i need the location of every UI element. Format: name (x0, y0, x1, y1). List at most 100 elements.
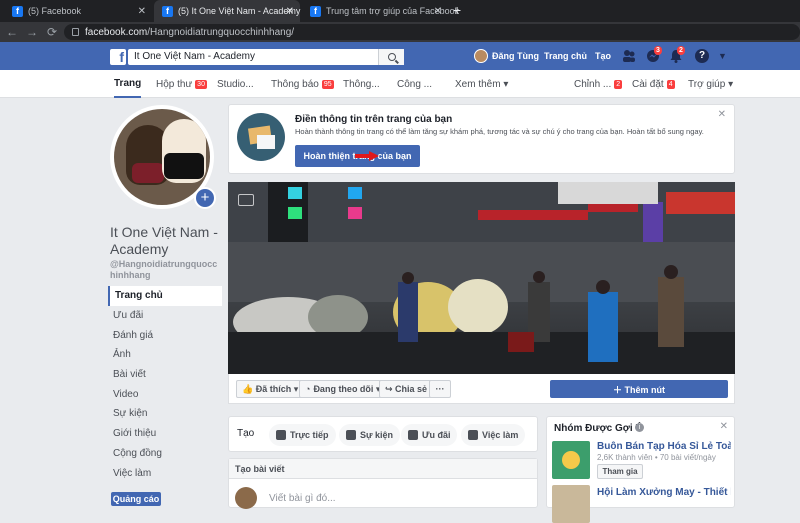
tab-label: Trợ giúp ▾ (688, 78, 734, 90)
browser-tab-active[interactable]: f (5) It One Việt Nam - Academy ✕ (154, 0, 300, 22)
group-thumbnail[interactable] (552, 441, 590, 479)
tab-notifications[interactable]: Thông báo 95 (271, 70, 334, 98)
page-management-nav: Trang Hộp thư 30 Studio... Thông báo 95 Th… (0, 70, 800, 98)
more-options-button[interactable]: ··· (429, 380, 451, 398)
sidebar-item-posts[interactable]: Bài viết (108, 365, 222, 385)
post-input[interactable]: Viết bài gì đó... (269, 493, 336, 504)
group-thumbnail[interactable] (552, 485, 590, 523)
facebook-favicon-icon: f (162, 5, 173, 17)
tab-studio[interactable]: Studio... (217, 70, 254, 98)
live-video-button[interactable]: Trực tiếp (269, 424, 336, 446)
tab-label: Studio... (217, 78, 254, 90)
browser-tab[interactable]: f (5) Facebook ✕ (4, 0, 152, 22)
post-composer: Tạo bài viết Viết bài gì đó... (228, 458, 538, 509)
group-name[interactable]: Hội Làm Xưởng May - Thiết k... (597, 487, 731, 498)
help-icon[interactable]: ? (695, 49, 709, 63)
search-button[interactable] (378, 49, 404, 65)
tab-label: Chỉnh ... (574, 78, 612, 90)
group-name[interactable]: Buôn Bán Tạp Hóa Sỉ Lẻ Toà... (597, 441, 731, 452)
facebook-logo-icon[interactable]: f (110, 49, 126, 65)
tab-tools[interactable]: Công ... (397, 70, 432, 98)
create-post-options: Tạo Trực tiếp Sự kiện Ưu đãi Việc làm (228, 416, 538, 452)
friends-icon[interactable] (622, 49, 636, 63)
account-menu-chevron-icon[interactable]: ▼ (718, 49, 732, 63)
tab-label: Thông... (343, 78, 380, 90)
url-path: /Hangnoidiatrungquocchinhhang/ (147, 26, 295, 38)
inbox-count-badge: 30 (195, 79, 207, 89)
event-button[interactable]: Sự kiện (339, 424, 401, 446)
group-meta: 2,6K thành viên • 70 bài viết/ngày (597, 453, 716, 462)
sidebar-item-offers[interactable]: Ưu đãi (108, 306, 222, 326)
page-action-bar: 👍 Đã thích ▾ ◔ Đang theo dõi ▾ ↪ Chia sẻ … (228, 374, 735, 404)
page-info-illustration-icon (237, 113, 285, 161)
avatar (474, 49, 488, 63)
create-link[interactable]: Tạo (595, 42, 611, 70)
tab-label: Hộp thư (156, 78, 193, 90)
tab-edit-page-info[interactable]: Chỉnh ... 2 (574, 70, 623, 98)
tab-more[interactable]: Xem thêm ▾ (455, 70, 508, 98)
sidebar-item-reviews[interactable]: Đánh giá (108, 325, 222, 345)
promote-button[interactable]: Quảng cáo (111, 492, 161, 506)
tab-insights[interactable]: Thông... (343, 70, 380, 98)
update-profile-picture-button[interactable]: + (194, 187, 216, 209)
join-group-button[interactable]: Tham gia (597, 464, 643, 479)
card-title: Điền thông tin trên trang của bạn (295, 114, 453, 125)
offer-button[interactable]: Ưu đãi (401, 424, 458, 446)
add-button[interactable]: ＋ Thêm nút (550, 380, 728, 398)
close-tab-icon[interactable]: ✕ (434, 6, 442, 17)
search-input[interactable]: It One Việt Nam - Academy (128, 49, 404, 65)
job-button[interactable]: Việc làm (461, 424, 526, 446)
notifications-count-badge: 2 (677, 46, 685, 55)
reload-button[interactable]: ⟳ (44, 25, 60, 39)
sidebar-item-videos[interactable]: Video (108, 384, 222, 404)
sidebar-item-community[interactable]: Cộng đồng (108, 444, 222, 464)
close-tab-icon[interactable]: ✕ (286, 6, 294, 17)
close-tab-icon[interactable]: ✕ (138, 6, 146, 17)
suggested-groups-card: Nhóm Được Gợi Ý i ✕ Buôn Bán Tạp Hóa Sỉ … (546, 416, 735, 523)
edit-count-badge: 2 (614, 79, 623, 89)
browser-tab-strip: f (5) Facebook ✕ f (5) It One Việt Nam -… (0, 0, 800, 22)
address-bar-row: ← → ⟳ facebook.com/Hangnoidiatrungquocch… (0, 22, 800, 42)
tab-title: (5) Facebook (28, 6, 82, 16)
tab-help[interactable]: Trợ giúp ▾ (688, 70, 733, 98)
browser-tab[interactable]: f Trung tâm trợ giúp của Facebook ✕ (302, 0, 459, 22)
camera-icon[interactable] (238, 194, 254, 206)
info-icon[interactable]: i (635, 423, 644, 432)
page-title[interactable]: It One Việt Nam - Academy (110, 224, 220, 258)
close-icon[interactable]: ✕ (718, 109, 726, 120)
tab-inbox[interactable]: Hộp thư 30 (156, 70, 207, 98)
briefcase-icon (468, 430, 478, 440)
page-username[interactable]: @Hangnoidiatrungquocchinhhang (110, 259, 220, 281)
user-name: Đăng Tùng (492, 51, 539, 61)
facebook-favicon-icon: f (12, 5, 23, 17)
tab-title: (5) It One Việt Nam - Academy (178, 6, 301, 16)
new-tab-button[interactable]: + (453, 2, 461, 18)
sidebar-item-jobs[interactable]: Việc làm (108, 463, 222, 483)
calendar-icon (346, 430, 356, 440)
sidebar-item-photos[interactable]: Ảnh (108, 345, 222, 365)
facebook-favicon-icon: f (310, 5, 321, 17)
url-host: facebook.com (85, 26, 148, 38)
following-label: Đang theo dõi ▾ (313, 383, 381, 394)
share-button[interactable]: ↪ Chia sẻ (379, 380, 434, 398)
tab-label: Thông báo (271, 78, 319, 90)
tab-settings[interactable]: Cài đặt 4 (632, 70, 675, 98)
settings-count-badge: 4 (666, 79, 675, 89)
home-link[interactable]: Trang chủ (544, 42, 587, 70)
sidebar-item-events[interactable]: Sự kiện (108, 404, 222, 424)
page-sidebar-nav: Trang chủ Ưu đãi Đánh giá Ảnh Bài viết V… (108, 286, 222, 483)
sidebar-item-about[interactable]: Giới thiệu (108, 424, 222, 444)
forward-button[interactable]: → (24, 25, 40, 39)
url-input[interactable]: facebook.com/Hangnoidiatrungquocchinhhan… (64, 24, 800, 40)
profile-link[interactable]: Đăng Tùng (474, 42, 539, 70)
cover-photo[interactable] (228, 182, 735, 374)
tab-page[interactable]: Trang (114, 70, 142, 98)
back-button[interactable]: ← (4, 25, 20, 39)
rss-icon: ◔ (305, 384, 311, 394)
liked-button[interactable]: 👍 Đã thích ▾ (236, 380, 305, 398)
composer-header: Tạo bài viết (229, 459, 537, 479)
plus-icon: + (196, 189, 214, 207)
close-icon[interactable]: ✕ (720, 421, 728, 432)
following-button[interactable]: ◔ Đang theo dõi ▾ (299, 380, 387, 398)
sidebar-item-home[interactable]: Trang chủ (108, 286, 222, 306)
